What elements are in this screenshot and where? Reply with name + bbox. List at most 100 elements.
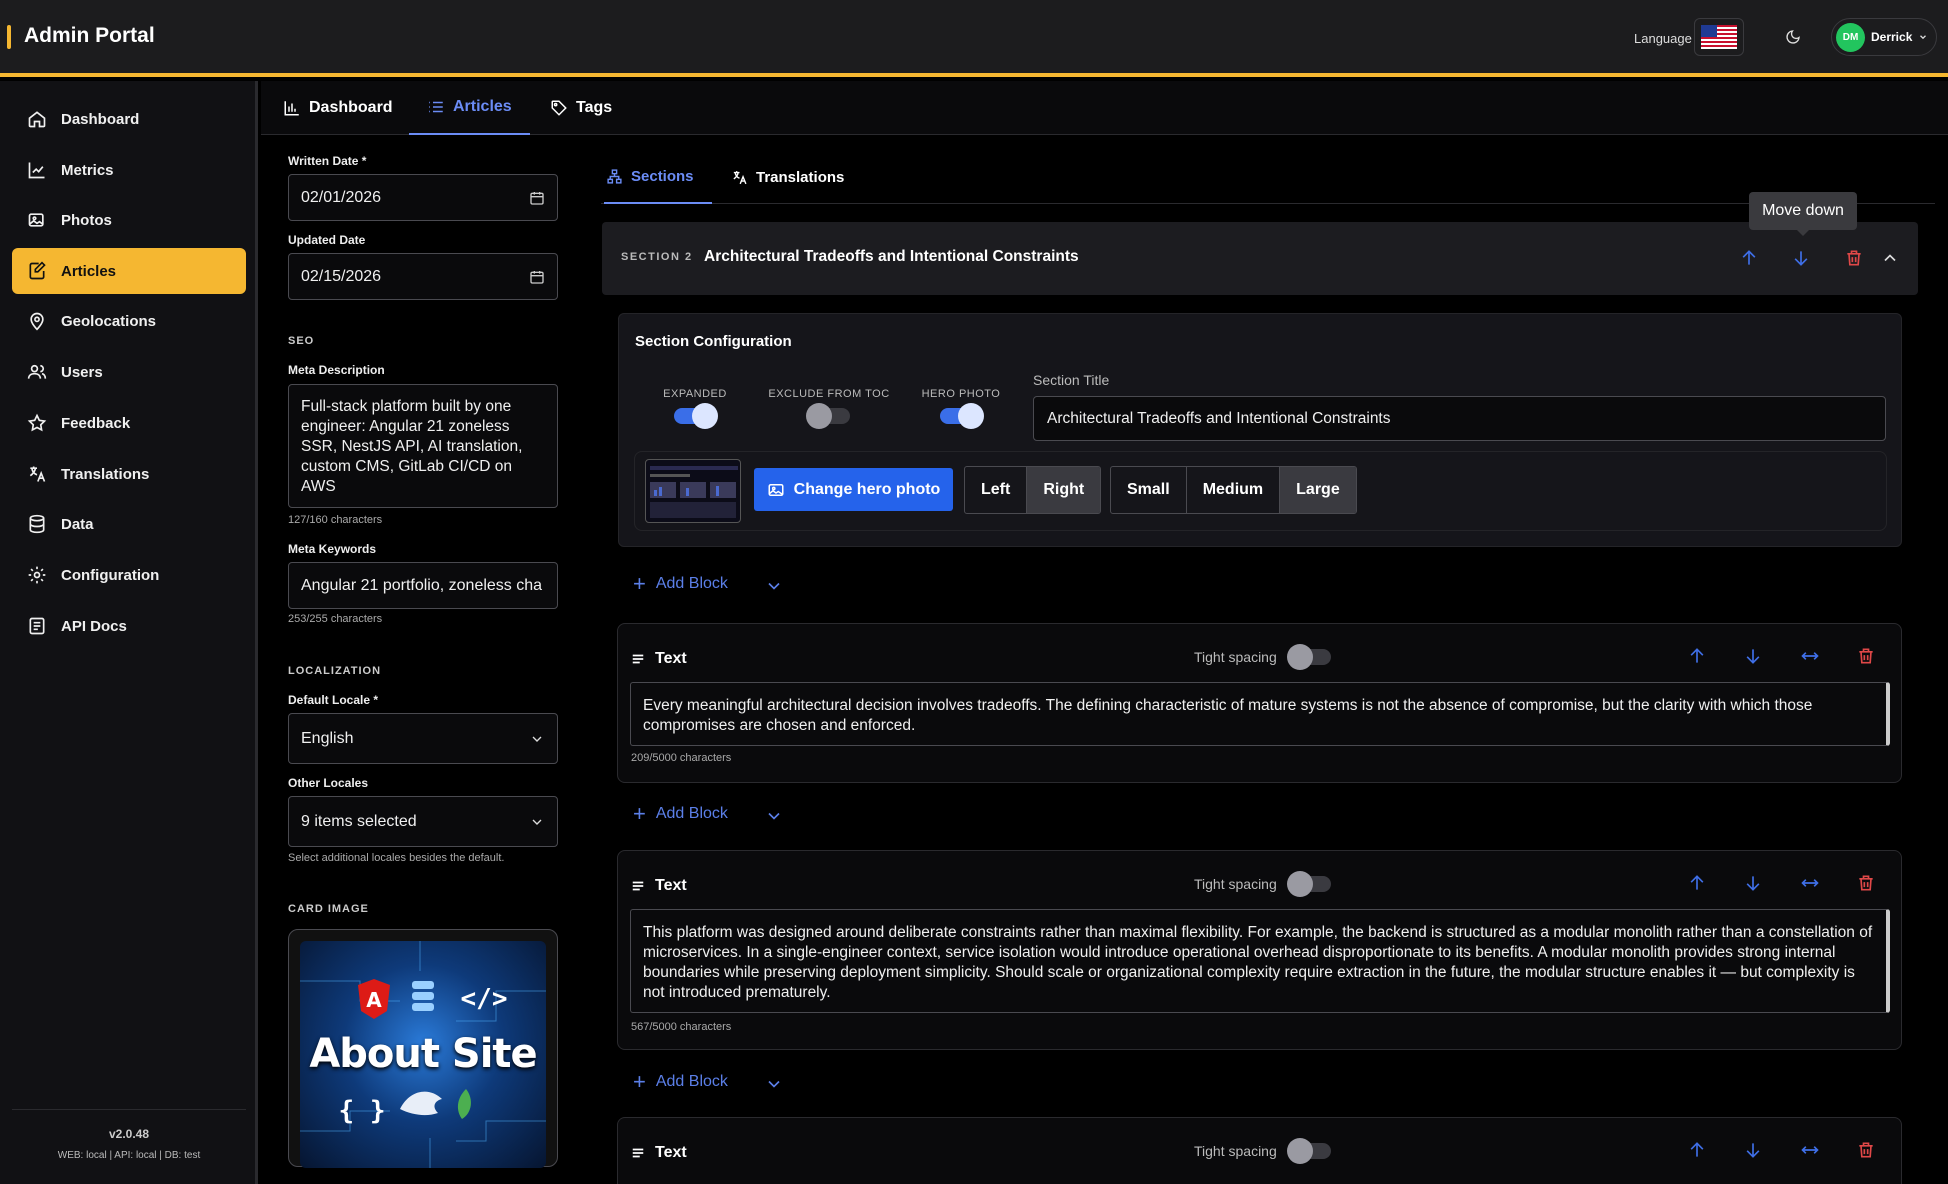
add-block-label: Add Block [655, 575, 728, 592]
tab-sections[interactable]: Sections [604, 150, 712, 204]
bar-chart-icon [284, 101, 299, 116]
tab-translations[interactable]: Translations [727, 150, 848, 204]
written-date-label: Written Date * [288, 154, 367, 168]
delete-block-button[interactable] [1852, 1136, 1880, 1164]
move-up-button[interactable] [1683, 642, 1711, 670]
expanded-label: EXPANDED [663, 388, 727, 400]
block-textarea[interactable]: Every meaningful architectural decision … [630, 682, 1890, 746]
meta-keywords-input[interactable]: Angular 21 portfolio, zoneless cha [288, 562, 558, 609]
arrow-down-icon [1746, 876, 1760, 891]
sidebar-item-configuration[interactable]: Configuration [12, 552, 246, 598]
section-title-input[interactable]: Architectural Tradeoffs and Intentional … [1033, 396, 1886, 441]
change-hero-photo-button[interactable]: Change hero photo [754, 468, 953, 511]
block-type-label: Text [655, 877, 687, 894]
sidebar-item-translations[interactable]: Translations [12, 451, 246, 497]
meta-description-count: 127/160 characters [288, 514, 383, 526]
sidebar-item-data[interactable]: Data [12, 501, 246, 547]
sidebar-item-articles[interactable]: Articles [12, 248, 246, 294]
move-up-button[interactable] [1683, 1136, 1711, 1164]
card-image-title: About Site [309, 1031, 537, 1077]
exclude-toc-toggle[interactable] [806, 403, 850, 429]
section-header[interactable]: SECTION 2 Architectural Tradeoffs and In… [602, 222, 1918, 295]
move-down-button[interactable] [1739, 642, 1767, 670]
sidebar-item-label: Photos [61, 211, 112, 229]
text-lines-icon [632, 881, 644, 891]
size-small-button[interactable]: Small [1111, 467, 1187, 513]
width-toggle-button[interactable] [1796, 642, 1824, 670]
screenshot-preview [650, 466, 738, 518]
hero-photo-toggle[interactable] [940, 403, 984, 429]
tight-spacing-toggle[interactable] [1286, 644, 1331, 670]
sidebar-item-label: Dashboard [61, 110, 140, 128]
move-up-button[interactable] [1735, 244, 1763, 272]
document-icon [29, 617, 45, 635]
delete-block-button[interactable] [1852, 869, 1880, 897]
app-title: Admin Portal [24, 24, 155, 47]
size-large-button[interactable]: Large [1280, 467, 1356, 513]
star-icon [27, 413, 47, 432]
hero-photo-thumbnail[interactable] [645, 459, 741, 523]
add-block-button[interactable]: + Add Block [633, 573, 728, 595]
sidebar-item-api-docs[interactable]: API Docs [12, 603, 246, 649]
move-up-button[interactable] [1683, 869, 1711, 897]
card-image[interactable]: A </> { } About Site [288, 929, 558, 1168]
other-locales-select[interactable]: 9 items selected [288, 796, 558, 847]
written-date-field[interactable]: 02/01/2026 [288, 174, 558, 221]
sidebar-item-metrics[interactable]: Metrics [12, 147, 246, 193]
delete-block-button[interactable] [1852, 642, 1880, 670]
block-textarea[interactable]: This platform was designed around delibe… [630, 909, 1890, 1013]
calendar-icon[interactable] [529, 190, 545, 206]
add-block-button[interactable]: + Add Block [633, 803, 728, 825]
collapse-button[interactable] [1876, 244, 1904, 272]
block-type-label: Text [655, 1144, 687, 1161]
sitemap-icon [607, 168, 622, 184]
add-block-button[interactable]: + Add Block [633, 1071, 728, 1093]
tight-spacing-toggle[interactable] [1286, 871, 1331, 897]
sidebar-item-users[interactable]: Users [12, 349, 246, 395]
width-toggle-button[interactable] [1796, 869, 1824, 897]
width-toggle-button[interactable] [1796, 1136, 1824, 1164]
updated-date-field[interactable]: 02/15/2026 [288, 253, 558, 300]
arrows-horizontal-icon [1801, 879, 1819, 887]
arrow-down-icon [1746, 649, 1760, 664]
sidebar-item-label: Articles [61, 262, 117, 280]
meta-description-textarea[interactable]: Full-stack platform built by one enginee… [288, 384, 558, 508]
tab-articles[interactable]: Articles [409, 81, 530, 135]
chevron-down-icon [532, 819, 542, 825]
svg-text:A: A [366, 988, 382, 1012]
tight-spacing-toggle[interactable] [1286, 1138, 1331, 1164]
expanded-toggle[interactable] [674, 403, 718, 429]
move-down-button[interactable] [1739, 1136, 1767, 1164]
sidebar-item-geolocations[interactable]: Geolocations [12, 298, 246, 344]
move-down-button[interactable] [1739, 869, 1767, 897]
meta-description-label: Meta Description [288, 363, 385, 377]
home-icon [28, 111, 46, 128]
card-image-heading: CARD IMAGE [288, 903, 369, 915]
sidebar-item-dashboard[interactable]: Dashboard [12, 96, 246, 142]
list-icon [429, 101, 443, 113]
edit-icon [29, 261, 46, 280]
theme-toggle-button[interactable] [1773, 18, 1813, 56]
chevron-down-icon[interactable] [764, 576, 784, 596]
sidebar-item-feedback[interactable]: Feedback [12, 400, 246, 446]
align-right-button[interactable]: Right [1027, 467, 1101, 513]
sidebar-item-photos[interactable]: Photos [12, 197, 246, 243]
align-left-button[interactable]: Left [965, 467, 1028, 513]
sidebar: Dashboard Metrics Photos Articles Geoloc… [0, 81, 258, 1184]
delete-section-button[interactable] [1840, 244, 1868, 272]
tab-tags[interactable]: Tags [550, 81, 612, 135]
tight-spacing-label: Tight spacing [1194, 876, 1277, 892]
language-selector[interactable] [1694, 18, 1744, 56]
user-menu[interactable]: DM Derrick [1831, 18, 1937, 56]
chevron-down-icon[interactable] [764, 1074, 784, 1094]
section-configuration-title: Section Configuration [635, 333, 792, 350]
chevron-down-icon[interactable] [764, 806, 784, 826]
sidebar-item-label: Data [61, 515, 94, 533]
section-tabs: Sections Translations [601, 150, 1935, 204]
move-down-button[interactable] [1787, 244, 1815, 272]
tab-dashboard[interactable]: Dashboard [283, 81, 393, 135]
calendar-icon[interactable] [529, 269, 545, 285]
subtabs-bar: Dashboard Articles Tags [261, 81, 1948, 135]
default-locale-select[interactable]: English [288, 713, 558, 764]
size-medium-button[interactable]: Medium [1187, 467, 1281, 513]
